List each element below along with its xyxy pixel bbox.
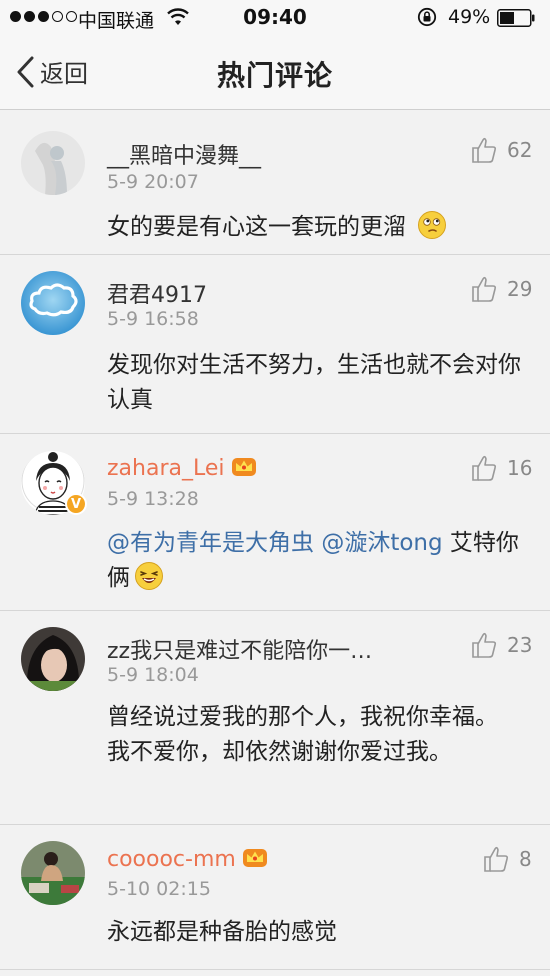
username[interactable]: 君君4917 <box>107 277 207 309</box>
mention-link[interactable]: @有为青年是大角虫 <box>107 530 314 556</box>
avatar[interactable] <box>21 627 85 691</box>
laughing-emoji-icon <box>135 561 163 590</box>
thumbs-up-icon <box>484 846 509 872</box>
comment-item: cooooc-mm 5-10 02:15 8 永远都是种备胎的感觉 <box>0 825 550 970</box>
like-count: 23 <box>507 633 533 657</box>
thumbs-up-icon <box>472 632 497 658</box>
comment-text: 发现你对生活不努力，生活也就不会对你认真 <box>107 352 521 413</box>
like-count: 16 <box>507 456 533 480</box>
avatar[interactable] <box>21 271 85 335</box>
comment-list: __黑暗中漫舞__ 5-9 20:07 62 女的要是有心这一套玩的更溜 君君4… <box>0 116 550 970</box>
comment-text: 永远都是种备胎的感觉 <box>107 919 337 945</box>
username-text: zahara_Lei <box>107 456 225 481</box>
vip-crown-icon <box>242 849 267 867</box>
page-title: 热门评论 <box>216 59 333 92</box>
like-button[interactable]: 23 <box>471 631 532 659</box>
avatar[interactable] <box>21 131 85 195</box>
battery-percent: 49% <box>448 6 491 28</box>
thumbs-up-icon <box>472 276 497 302</box>
comment-item: V zahara_Lei 5-9 13:28 16 @有为青年是大角虫 @漩沐t… <box>0 434 550 611</box>
comment-item: 君君4917 5-9 16:58 29 发现你对生活不努力，生活也就不会对你认真 <box>0 255 550 434</box>
battery-icon <box>497 9 535 27</box>
comment-body: 女的要是有心这一套玩的更溜 <box>107 214 406 240</box>
like-count: 8 <box>519 847 532 871</box>
avatar[interactable] <box>21 841 85 905</box>
like-button[interactable]: 62 <box>471 136 532 164</box>
comment-time: 5-9 20:07 <box>107 171 199 193</box>
avatar[interactable]: V <box>21 451 87 515</box>
screen: 中国联通 09:40 49% 返回 热门评论 __黑暗中漫舞__ 5-9 20:… <box>0 0 550 976</box>
like-count: 62 <box>507 138 533 162</box>
thinking-emoji-icon <box>418 210 447 239</box>
username[interactable]: cooooc-mm <box>107 847 268 872</box>
thumbs-up-icon <box>472 137 497 163</box>
comment-time: 5-9 16:58 <box>107 308 199 330</box>
comment-time: 5-9 18:04 <box>107 664 199 686</box>
like-button[interactable]: 16 <box>471 454 532 482</box>
comment-time: 5-9 13:28 <box>107 488 199 510</box>
verified-badge: V <box>65 493 87 515</box>
username[interactable]: __黑暗中漫舞__ <box>107 138 261 170</box>
comment-item: zz我只是难过不能陪你一… 5-9 18:04 23 曾经说过爱我的那个人，我祝… <box>0 611 550 825</box>
status-bar: 中国联通 09:40 49% <box>0 0 550 36</box>
comment-text: 曾经说过爱我的那个人，我祝你幸福。我不爱你，却依然谢谢你爱过我。 <box>107 704 498 765</box>
navigation-bar: 返回 热门评论 <box>0 36 550 110</box>
comment-time: 5-10 02:15 <box>107 878 211 900</box>
vip-crown-icon <box>231 458 256 476</box>
thumbs-up-icon <box>472 455 497 481</box>
comment-text: @有为青年是大角虫 @漩沐tong 艾特你俩 <box>107 526 527 596</box>
mention-link[interactable]: @漩沐tong <box>321 530 442 556</box>
comment-text: 女的要是有心这一套玩的更溜 <box>107 210 527 245</box>
comment-item: __黑暗中漫舞__ 5-9 20:07 62 女的要是有心这一套玩的更溜 <box>0 116 550 255</box>
username[interactable]: zz我只是难过不能陪你一… <box>107 633 372 665</box>
username[interactable]: zahara_Lei <box>107 456 257 481</box>
like-button[interactable]: 29 <box>471 275 532 303</box>
username-text: cooooc-mm <box>107 847 236 872</box>
rotation-lock-icon <box>417 7 437 27</box>
like-button[interactable]: 8 <box>483 845 532 873</box>
like-count: 29 <box>507 277 533 301</box>
